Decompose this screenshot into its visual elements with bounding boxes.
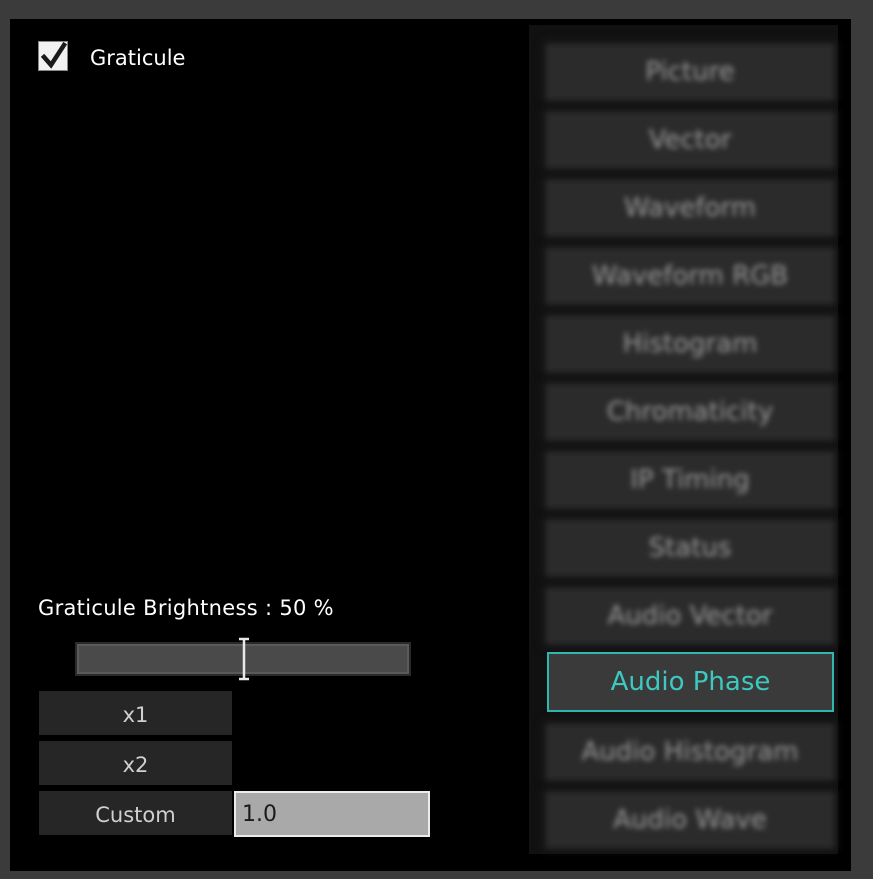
mode-button-vector[interactable]: Vector bbox=[546, 112, 834, 168]
scope-settings-window: Graticule Graticule Brightness : 50 % x1… bbox=[0, 0, 873, 879]
mode-button-audio-phase[interactable]: Audio Phase bbox=[547, 652, 834, 712]
mode-button-histogram[interactable]: Histogram bbox=[546, 316, 834, 372]
zoom-x1-button[interactable]: x1 bbox=[39, 691, 232, 735]
custom-zoom-input[interactable] bbox=[234, 791, 430, 837]
mode-button-audio-histogram[interactable]: Audio Histogram bbox=[546, 724, 834, 780]
slider-handle[interactable] bbox=[236, 637, 252, 681]
mode-button-status[interactable]: Status bbox=[546, 520, 834, 576]
mode-button-audio-wave[interactable]: Audio Wave bbox=[546, 792, 834, 848]
zoom-custom-button[interactable]: Custom bbox=[39, 791, 232, 835]
mode-button-ip-timing[interactable]: IP Timing bbox=[546, 452, 834, 508]
mode-button-waveform-rgb[interactable]: Waveform RGB bbox=[546, 248, 834, 304]
graticule-checkbox[interactable] bbox=[38, 41, 68, 71]
checkmark-icon bbox=[41, 42, 67, 69]
mode-button-chromaticity[interactable]: Chromaticity bbox=[546, 384, 834, 440]
mode-button-audio-vector[interactable]: Audio Vector bbox=[546, 588, 834, 644]
mode-button-picture[interactable]: Picture bbox=[546, 44, 834, 100]
graticule-label: Graticule bbox=[90, 46, 186, 70]
zoom-x2-button[interactable]: x2 bbox=[39, 741, 232, 785]
mode-button-waveform[interactable]: Waveform bbox=[546, 180, 834, 236]
graticule-brightness-label: Graticule Brightness : 50 % bbox=[38, 596, 334, 620]
